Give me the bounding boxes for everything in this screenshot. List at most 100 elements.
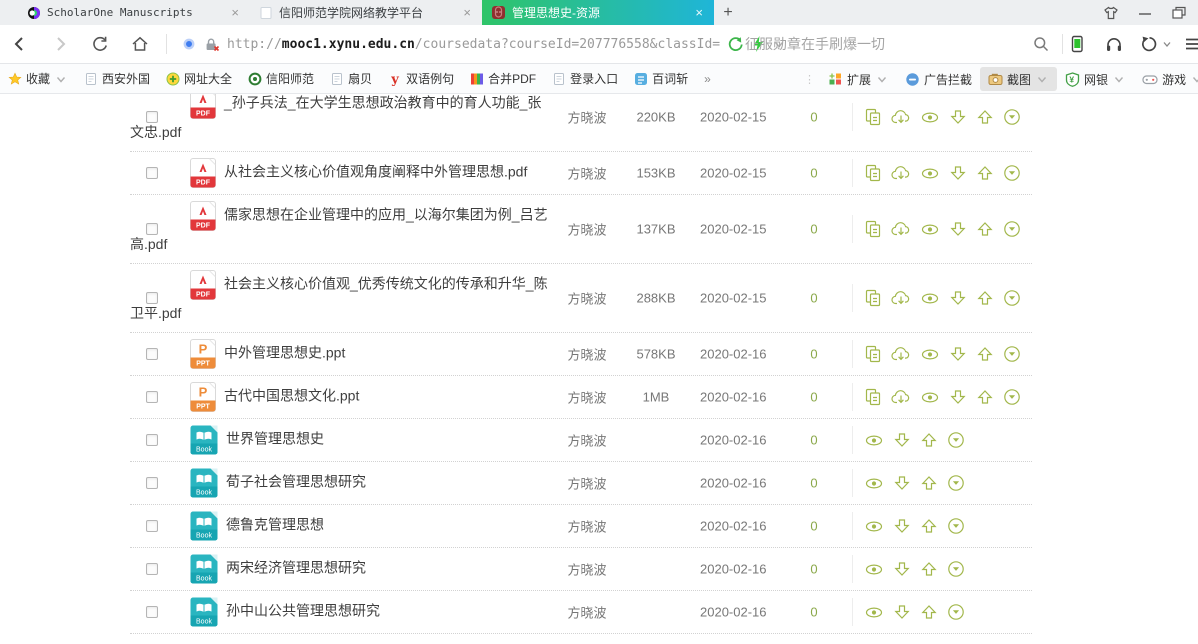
site-info-icon[interactable] (181, 36, 197, 52)
file-name[interactable]: PDF_孙子兵法_在大学生思想政治教育中的育人功能_张文忠.pdf (130, 94, 552, 145)
copy-icon[interactable] (863, 107, 883, 127)
toolbar-tool-screenshot[interactable]: 截图 (980, 67, 1057, 91)
bookmark-item[interactable]: 扇贝 (322, 70, 380, 87)
download-icon[interactable] (948, 163, 968, 183)
preview-icon[interactable] (863, 516, 885, 536)
url-text[interactable]: http://mooc1.xynu.edu.cn/coursedata?cour… (227, 37, 720, 52)
more-icon[interactable] (1002, 107, 1022, 127)
more-icon[interactable] (946, 602, 966, 622)
theme-button-icon[interactable] (1102, 4, 1120, 22)
download-icon[interactable] (892, 559, 912, 579)
download-icon[interactable] (948, 344, 968, 364)
preview-icon[interactable] (863, 559, 885, 579)
cloud-download-icon[interactable] (890, 387, 912, 407)
row-checkbox[interactable] (146, 563, 158, 575)
toolbar-tool-gamepad[interactable]: 游戏 (1134, 71, 1198, 88)
insecure-lock-icon[interactable] (203, 36, 221, 52)
move-up-icon[interactable] (975, 163, 995, 183)
copy-icon[interactable] (863, 344, 883, 364)
row-checkbox[interactable] (146, 391, 158, 403)
more-icon[interactable] (1002, 288, 1022, 308)
bookmark-item[interactable]: 西安外国 (76, 70, 158, 87)
more-icon[interactable] (946, 516, 966, 536)
download-icon[interactable] (948, 219, 968, 239)
bookmark-item[interactable]: 信阳师范 (240, 70, 322, 87)
move-up-icon[interactable] (975, 288, 995, 308)
preview-icon[interactable] (863, 602, 885, 622)
row-checkbox[interactable] (146, 111, 158, 123)
preview-icon[interactable] (919, 163, 941, 183)
file-name[interactable]: Book德鲁克管理思想 (130, 511, 552, 541)
download-icon[interactable] (948, 107, 968, 127)
undo-icon[interactable] (1140, 35, 1158, 53)
file-name-text[interactable]: 中外管理思想史.ppt (224, 345, 345, 361)
cloud-download-icon[interactable] (890, 288, 912, 308)
file-name-text[interactable]: 孙中山公共管理思想研究 (226, 603, 380, 619)
row-checkbox[interactable] (146, 348, 158, 360)
file-name-text[interactable]: 古代中国思想文化.ppt (224, 388, 359, 404)
move-up-icon[interactable] (975, 107, 995, 127)
file-name-text[interactable]: 两宋经济管理思想研究 (226, 560, 366, 576)
row-checkbox[interactable] (146, 223, 158, 235)
preview-icon[interactable] (919, 288, 941, 308)
download-icon[interactable] (892, 602, 912, 622)
bookmark-item[interactable]: y双语例句 (380, 70, 462, 87)
copy-icon[interactable] (863, 163, 883, 183)
refresh-icon[interactable] (80, 34, 120, 54)
move-up-icon[interactable] (919, 602, 939, 622)
tab-close-icon[interactable]: × (461, 5, 473, 20)
tab-close-icon[interactable]: × (229, 5, 241, 20)
tab-close-icon[interactable]: × (693, 5, 705, 20)
file-name[interactable]: Book孙中山公共管理思想研究 (130, 597, 552, 627)
preview-icon[interactable] (919, 219, 941, 239)
download-icon[interactable] (892, 473, 912, 493)
row-checkbox[interactable] (146, 477, 158, 489)
preview-icon[interactable] (863, 430, 885, 450)
file-name[interactable]: Book荀子社会管理思想研究 (130, 468, 552, 498)
undo-dropdown-caret-icon[interactable] (1162, 39, 1172, 49)
more-icon[interactable] (946, 559, 966, 579)
file-name[interactable]: PPPT中外管理思想史.ppt (130, 339, 552, 369)
cloud-download-icon[interactable] (890, 163, 912, 183)
move-up-icon[interactable] (919, 559, 939, 579)
minimize-button-icon[interactable] (1136, 4, 1154, 22)
file-name[interactable]: PDF儒家思想在企业管理中的应用_以海尔集团为例_吕艺高.pdf (130, 201, 552, 257)
restore-button-icon[interactable] (1170, 4, 1188, 22)
more-icon[interactable] (1002, 163, 1022, 183)
back-icon[interactable] (0, 34, 40, 54)
bookmark-item[interactable]: 网址大全 (158, 70, 240, 87)
download-icon[interactable] (892, 430, 912, 450)
more-icon[interactable] (946, 473, 966, 493)
cloud-download-icon[interactable] (890, 344, 912, 364)
file-name[interactable]: Book两宋经济管理思想研究 (130, 554, 552, 584)
file-name[interactable]: Book世界管理思想史 (130, 425, 552, 455)
move-up-icon[interactable] (975, 387, 995, 407)
menu-hamburger-icon[interactable] (1184, 36, 1198, 52)
cloud-download-icon[interactable] (890, 107, 912, 127)
favorites-menu[interactable]: 收藏 (0, 70, 76, 87)
url-field[interactable]: http://mooc1.xynu.edu.cn/coursedata?cour… (181, 35, 786, 53)
file-name[interactable]: PDF从社会主义核心价值观角度阐释中外管理思想.pdf (130, 158, 552, 188)
more-icon[interactable] (1002, 344, 1022, 364)
move-up-icon[interactable] (919, 473, 939, 493)
toolbar-tool-ad-block[interactable]: 广告拦截 (897, 71, 980, 88)
toolbar-tool-bank-shield[interactable]: ¥网银 (1057, 71, 1134, 88)
file-name[interactable]: PDF社会主义核心价值观_优秀传统文化的传承和升华_陈卫平.pdf (130, 270, 552, 326)
move-up-icon[interactable] (975, 344, 995, 364)
search-icon[interactable] (1032, 35, 1050, 53)
copy-icon[interactable] (863, 387, 883, 407)
download-icon[interactable] (948, 288, 968, 308)
bookmarks-overflow[interactable]: » (696, 72, 719, 86)
browser-tab[interactable]: ScholarOne Manuscripts× (18, 0, 250, 25)
row-checkbox[interactable] (146, 167, 158, 179)
download-icon[interactable] (948, 387, 968, 407)
copy-icon[interactable] (863, 288, 883, 308)
browser-tab[interactable]: 信阳师范学院网络教学平台× (250, 0, 482, 25)
file-name[interactable]: PPPT古代中国思想文化.ppt (130, 382, 552, 412)
preview-icon[interactable] (919, 344, 941, 364)
move-up-icon[interactable] (919, 430, 939, 450)
bookmark-item[interactable]: 百词斩 (626, 70, 696, 87)
bookmark-item[interactable]: 登录入口 (544, 70, 626, 87)
file-name-text[interactable]: 从社会主义核心价值观角度阐释中外管理思想.pdf (224, 164, 527, 180)
new-tab-button[interactable]: + (714, 0, 742, 25)
